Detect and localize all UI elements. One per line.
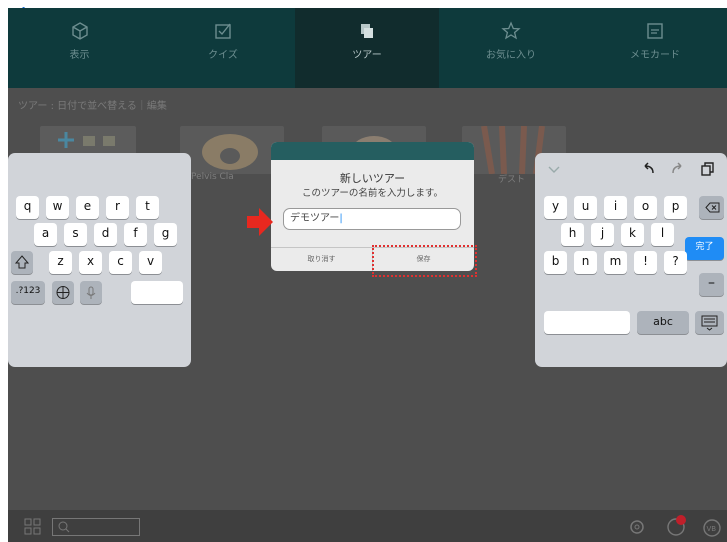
key-m[interactable]: m — [604, 251, 627, 274]
key-w[interactable]: w — [46, 196, 69, 219]
key-j[interactable]: j — [591, 223, 614, 246]
key-t[interactable]: t — [136, 196, 159, 219]
microphone-key[interactable] — [80, 281, 102, 304]
text-cursor: | — [339, 213, 343, 224]
tab-favorites[interactable]: お気に入り — [439, 8, 583, 88]
abc-key[interactable]: abc — [637, 311, 689, 334]
split-keyboard-left: qwert asdfg zxcv .?123 — [8, 153, 191, 367]
tab-label: お気に入り — [486, 50, 536, 61]
key-exclamation[interactable]: ! — [634, 251, 657, 274]
sort-edit-links[interactable]: ツアー : 日付で並べ替える｜編集 — [18, 97, 167, 112]
key-z[interactable]: z — [49, 251, 72, 274]
thumbnail-label: Pelvis Cla — [191, 172, 234, 182]
shift-key[interactable] — [11, 251, 33, 274]
key-n[interactable]: n — [574, 251, 597, 274]
key-o[interactable]: o — [634, 196, 657, 219]
paste-icon[interactable] — [699, 161, 715, 177]
tab-tour[interactable]: ツアー — [295, 8, 439, 88]
key-l[interactable]: l — [651, 223, 674, 246]
undo-icon[interactable] — [639, 161, 657, 177]
dash-key[interactable]: – — [699, 273, 724, 296]
tab-label: 表示 — [69, 50, 90, 61]
done-key[interactable]: 完了 — [685, 237, 724, 260]
key-b[interactable]: b — [544, 251, 567, 274]
microphone-icon — [86, 286, 96, 299]
keyboard-icon — [701, 315, 718, 331]
bottom-bar: VB — [8, 510, 727, 542]
key-f[interactable]: f — [124, 223, 147, 246]
key-a[interactable]: a — [34, 223, 57, 246]
globe-key[interactable] — [52, 281, 74, 304]
chevron-down-icon[interactable] — [547, 165, 561, 175]
input-value: デモツアー — [290, 213, 340, 224]
cropped-header-fragment — [6, 0, 66, 8]
key-question[interactable]: ? — [664, 251, 687, 274]
tour-name-input[interactable]: デモツアー| — [283, 208, 461, 230]
key-p[interactable]: p — [664, 196, 687, 219]
key-v[interactable]: v — [139, 251, 162, 274]
tour-thumbnail[interactable] — [180, 126, 284, 174]
shift-icon — [14, 255, 30, 269]
cancel-button[interactable]: 取り消す — [271, 248, 372, 271]
pelvis-image — [202, 134, 258, 170]
backspace-icon — [705, 202, 720, 213]
grid-icon[interactable] — [24, 518, 42, 536]
tab-label: メモカード — [630, 50, 680, 61]
thumbnail-label: デスト — [498, 175, 526, 185]
checkbox-icon — [215, 23, 231, 39]
redo-icon[interactable] — [669, 161, 687, 177]
tour-icon — [361, 24, 373, 38]
dialog-header-band — [271, 142, 474, 160]
key-i[interactable]: i — [604, 196, 627, 219]
tab-view[interactable]: 表示 — [8, 8, 151, 88]
key-q[interactable]: q — [16, 196, 39, 219]
dialog-message: このツアーの名前を入力します。 — [302, 188, 443, 199]
breadcrumb: ツアー : 日付で並べ替える｜編集 — [8, 88, 727, 118]
tab-bar: 表示 クイズ ツアー お気に入り メモカード — [8, 8, 727, 88]
star-icon — [501, 21, 521, 40]
dialog-title: 新しいツアー — [339, 172, 406, 185]
card-icon — [647, 23, 663, 39]
red-arrow-icon — [247, 208, 273, 236]
numbers-key[interactable]: .?123 — [11, 281, 45, 304]
search-icon — [58, 521, 70, 533]
key-d[interactable]: d — [94, 223, 117, 246]
split-keyboard-right: yuiop hjkl 完了 b n m!? – abc — [535, 153, 727, 367]
cube-icon — [71, 22, 88, 40]
key-u[interactable]: u — [574, 196, 597, 219]
help-icon[interactable] — [666, 514, 688, 538]
space-key-left[interactable] — [131, 281, 183, 304]
vb-logo-icon[interactable]: VB — [702, 518, 722, 538]
tab-label: ツアー — [352, 50, 382, 61]
gear-icon[interactable] — [628, 518, 646, 536]
tab-label: クイズ — [208, 50, 238, 61]
key-x[interactable]: x — [79, 251, 102, 274]
tab-memo-card[interactable]: メモカード — [583, 8, 727, 88]
hide-keyboard-key[interactable] — [695, 311, 724, 334]
key-h[interactable]: h — [561, 223, 584, 246]
key-s[interactable]: s — [64, 223, 87, 246]
key-k[interactable]: k — [621, 223, 644, 246]
key-c[interactable]: c — [109, 251, 132, 274]
space-key-right[interactable] — [544, 311, 630, 334]
backspace-key[interactable] — [699, 196, 724, 219]
key-e[interactable]: e — [76, 196, 99, 219]
save-highlight-box — [372, 245, 477, 277]
key-y[interactable]: y — [544, 196, 567, 219]
key-g[interactable]: g — [154, 223, 177, 246]
search-input[interactable] — [52, 518, 140, 536]
key-r[interactable]: r — [106, 196, 129, 219]
globe-icon — [56, 286, 70, 299]
tab-quiz[interactable]: クイズ — [151, 8, 295, 88]
svg-text:VB: VB — [707, 525, 717, 533]
